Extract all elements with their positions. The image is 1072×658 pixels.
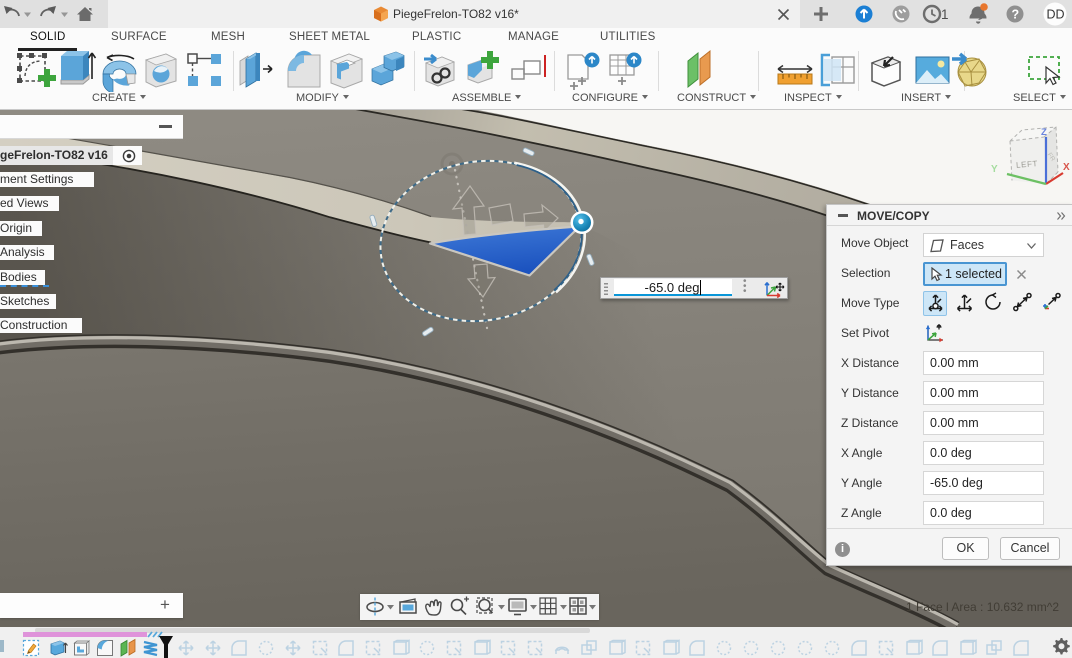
svg-text:Y: Y — [991, 164, 998, 175]
svg-text:1: 1 — [941, 7, 949, 22]
svg-text:DD: DD — [1047, 8, 1065, 22]
svg-text:?: ? — [1012, 8, 1020, 22]
svg-text:Z: Z — [1041, 127, 1047, 138]
svg-text:LEFT: LEFT — [1016, 159, 1039, 170]
svg-text:X: X — [1063, 162, 1070, 173]
